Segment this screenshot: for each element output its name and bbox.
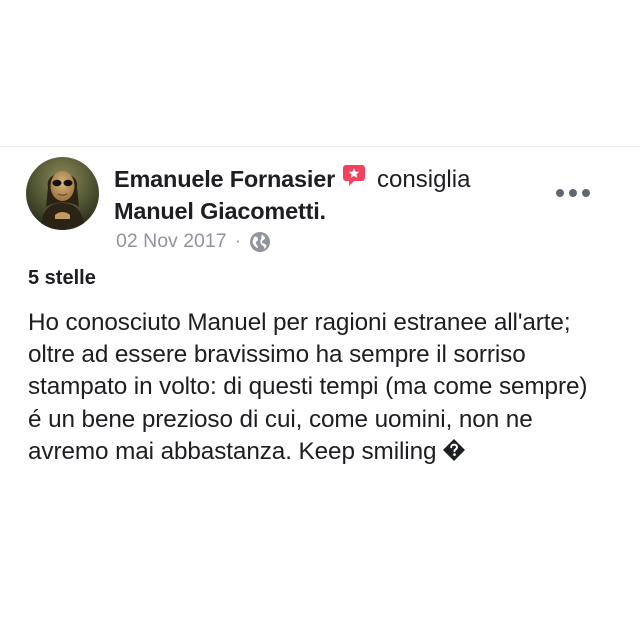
more-dot [582, 189, 590, 197]
more-dot [569, 189, 577, 197]
action-verb: consiglia [377, 166, 471, 193]
post-body-line: stampato in volto: di questi tempi (ma c… [28, 373, 588, 401]
post-body-line: é un bene prezioso di cui, come uomini, … [28, 405, 533, 433]
post-body-last-line: avremo mai abbastanza. Keep smiling [28, 436, 628, 468]
author-name[interactable]: Emanuele Fornasier [114, 166, 335, 192]
recommended-page-line: Manuel Giacometti. [114, 196, 326, 227]
post-meta: 02 Nov 2017 · [116, 230, 271, 253]
post-body-line: Ho conosciuto Manuel per ragioni estrane… [28, 309, 571, 336]
recommended-page-name[interactable]: Manuel Giacometti. [114, 198, 326, 224]
recommendation-badge-icon [343, 165, 366, 186]
post-date[interactable]: 02 Nov 2017 [116, 230, 227, 253]
replacement-character-icon [443, 438, 466, 461]
globe-icon[interactable] [249, 231, 271, 253]
more-options-icon[interactable] [556, 185, 590, 201]
post-header-line: Emanuele Fornasier consiglia [114, 163, 554, 195]
avatar[interactable] [26, 157, 99, 230]
rating-label: 5 stelle [28, 267, 96, 289]
post-body-line: oltre ad essere bravissimo ha sempre il … [28, 341, 526, 369]
more-dot [556, 189, 564, 197]
meta-separator: · [234, 230, 242, 252]
post-body: Ho conosciuto Manuel per ragioni estrane… [28, 307, 628, 468]
post-body-line: avremo mai abbastanza. Keep smiling [28, 437, 437, 465]
recommendation-post: Emanuele Fornasier consiglia Manuel Giac… [0, 147, 640, 487]
